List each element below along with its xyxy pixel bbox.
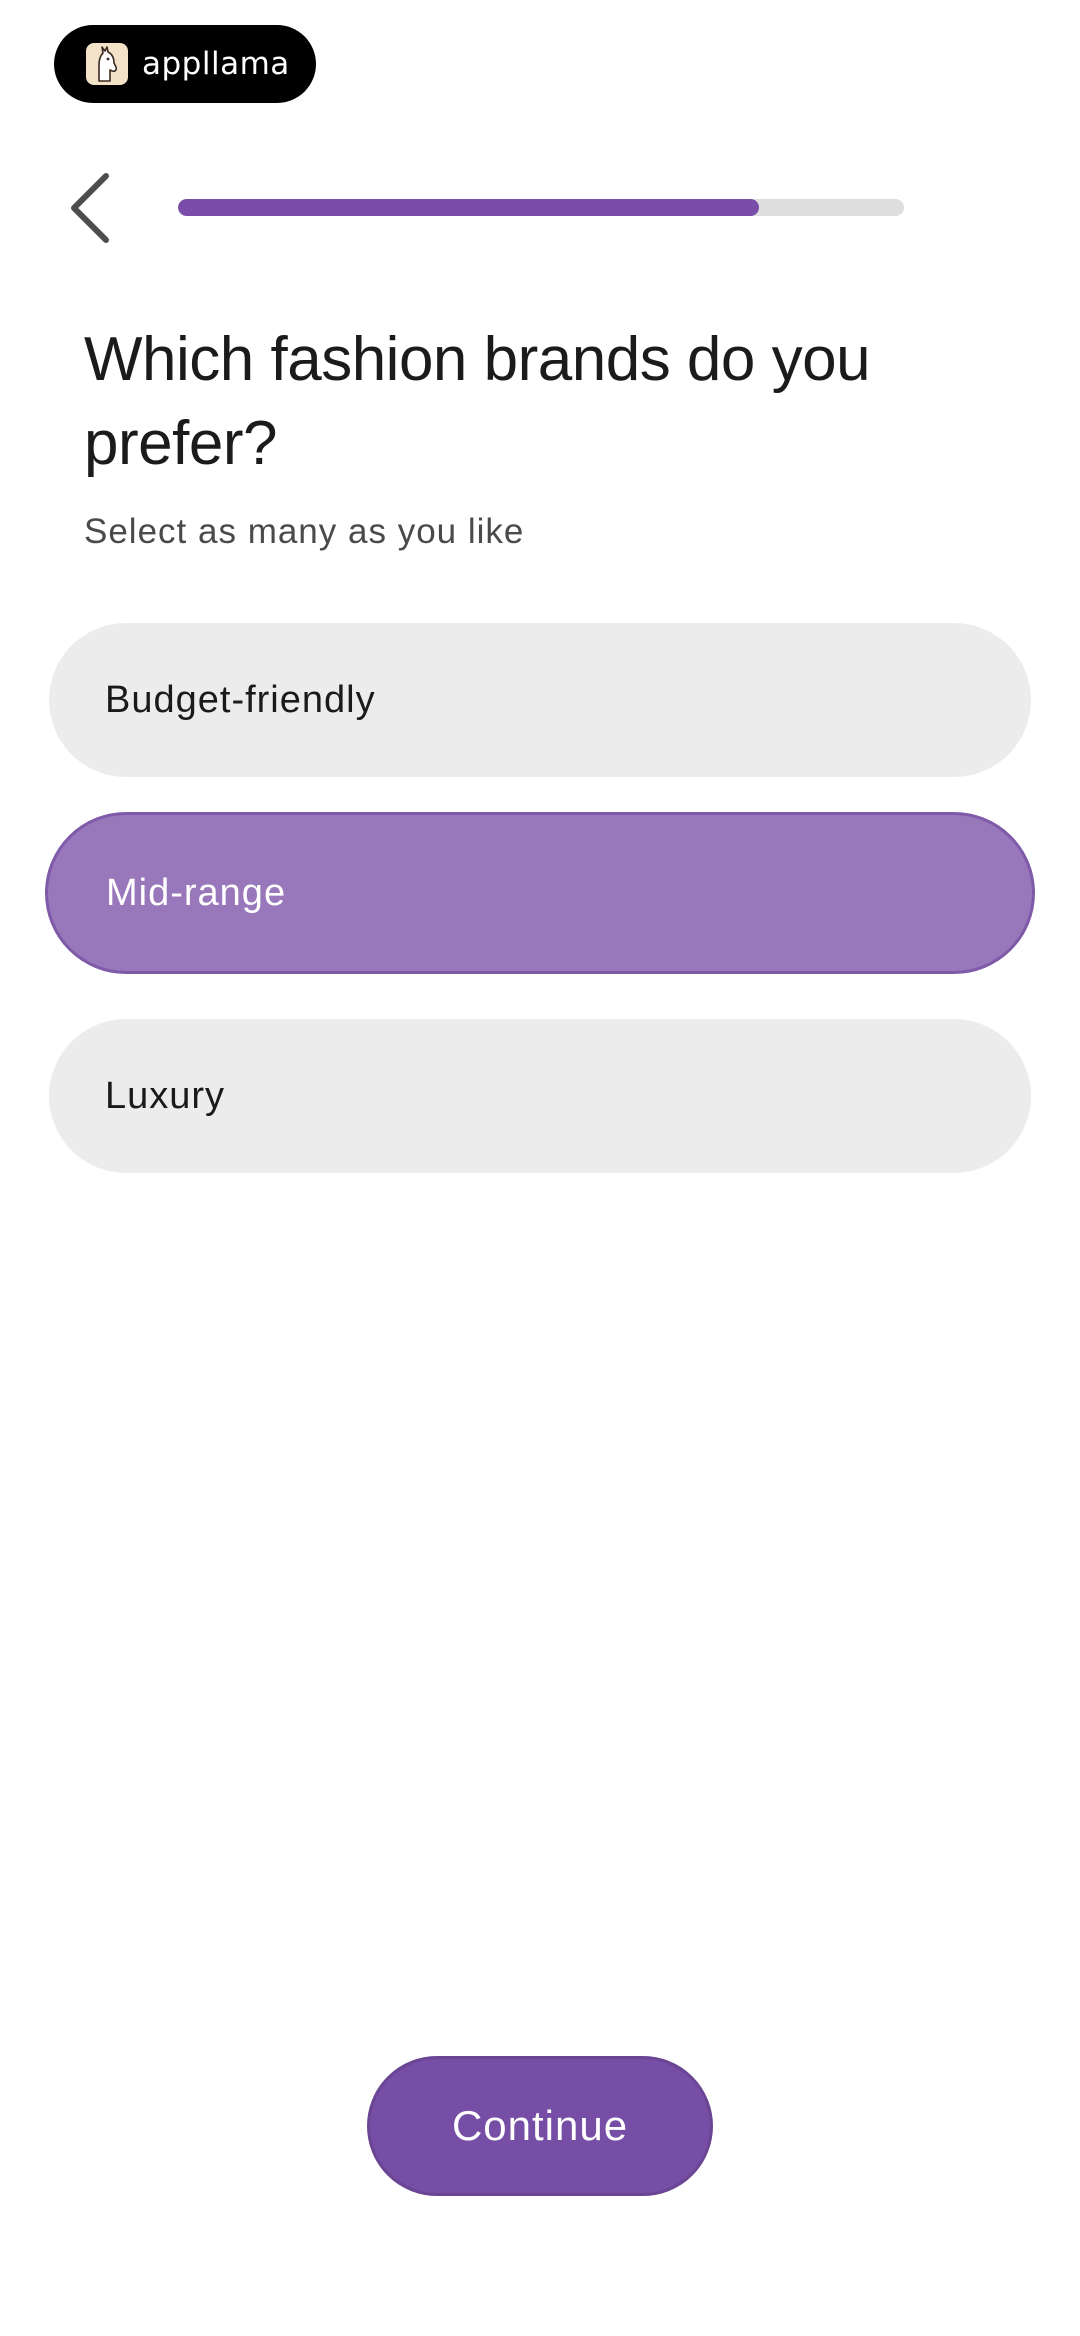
brand-badge: appllama (54, 25, 316, 103)
llama-icon (86, 43, 128, 85)
chevron-left-icon (71, 173, 109, 243)
option-budget-friendly[interactable]: Budget-friendly (49, 623, 1031, 777)
option-label: Mid-range (106, 871, 287, 914)
option-label: Luxury (105, 1074, 226, 1117)
progress-bar (178, 199, 904, 216)
option-mid-range[interactable]: Mid-range (45, 812, 1035, 974)
option-label: Budget-friendly (105, 678, 376, 721)
question-title: Which fashion brands do you prefer? (84, 325, 871, 478)
continue-label: Continue (451, 2102, 629, 2149)
progress-bar-fill (178, 199, 759, 216)
brand-name: appllama (142, 46, 290, 82)
onboarding-screen: appllama Which fashion brands do you pre… (0, 0, 1080, 2336)
option-luxury[interactable]: Luxury (49, 1019, 1031, 1173)
continue-button[interactable]: Continue (367, 2056, 713, 2196)
back-button[interactable] (60, 168, 120, 248)
question-subtitle: Select as many as you like (84, 512, 525, 551)
